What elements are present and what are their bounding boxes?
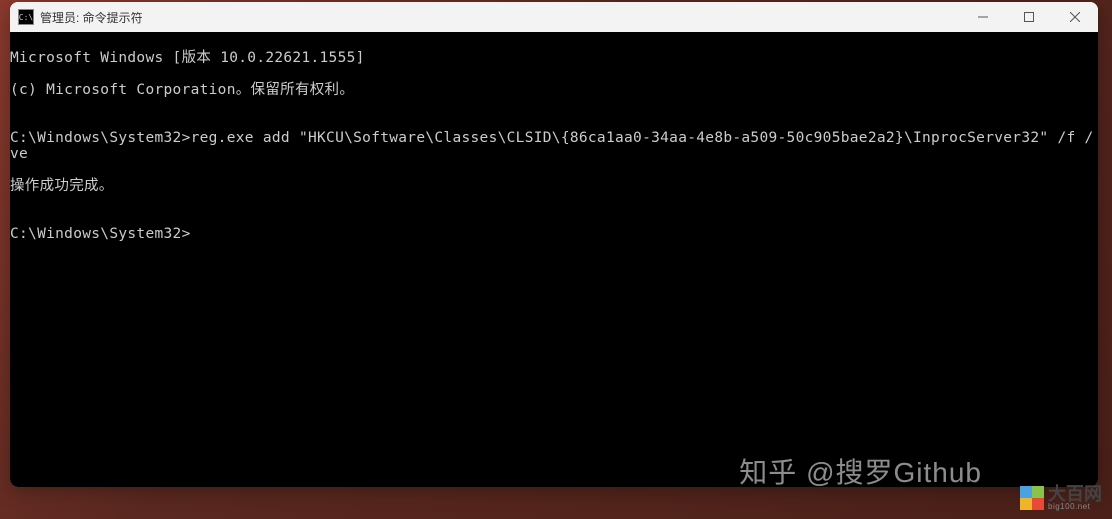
dabai-name: 大百网 — [1048, 485, 1102, 503]
watermark-dabai: 大百网 big100.net — [1020, 485, 1102, 511]
minimize-button[interactable] — [960, 2, 1006, 32]
dabai-logo-icon — [1020, 486, 1044, 510]
terminal-line: Microsoft Windows [版本 10.0.22621.1555] — [10, 50, 1098, 66]
terminal-line: (c) Microsoft Corporation。保留所有权利。 — [10, 82, 1098, 98]
terminal-line: 操作成功完成。 — [10, 178, 1098, 194]
maximize-button[interactable] — [1006, 2, 1052, 32]
watermark-zhihu: 知乎 @搜罗Github — [739, 451, 982, 491]
window-controls — [960, 2, 1098, 32]
terminal-line: C:\Windows\System32> — [10, 226, 1098, 242]
terminal-output[interactable]: Microsoft Windows [版本 10.0.22621.1555] (… — [10, 32, 1098, 487]
terminal-line: C:\Windows\System32>reg.exe add "HKCU\So… — [10, 130, 1098, 162]
dabai-text: 大百网 big100.net — [1048, 485, 1102, 511]
command-prompt-window: C:\ 管理员: 命令提示符 Microsoft Windows [版本 10.… — [10, 2, 1098, 487]
titlebar[interactable]: C:\ 管理员: 命令提示符 — [10, 2, 1098, 32]
dabai-url: big100.net — [1048, 503, 1102, 511]
window-title: 管理员: 命令提示符 — [40, 9, 960, 26]
close-button[interactable] — [1052, 2, 1098, 32]
cmd-icon: C:\ — [18, 9, 34, 25]
